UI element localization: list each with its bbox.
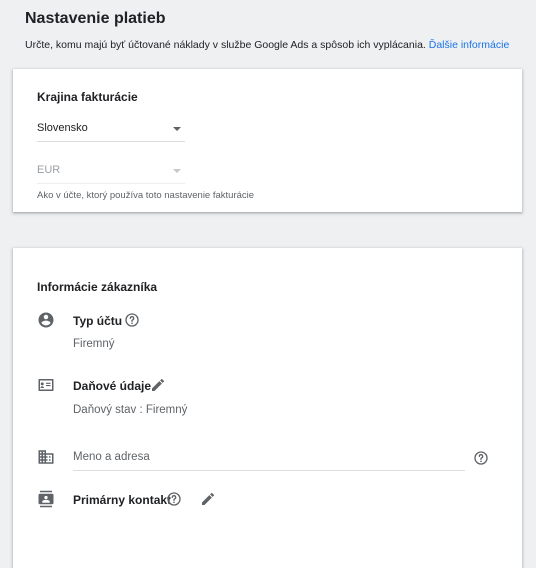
dropdown-arrow-icon [173, 169, 181, 173]
edit-pencil-icon[interactable] [150, 377, 166, 393]
currency-select-value: EUR [37, 164, 61, 176]
billing-hint: Ako v účte, ktorý používa toto nastaveni… [37, 190, 255, 201]
name-address-field[interactable]: Meno a adresa [73, 446, 465, 471]
tax-id-card-icon [38, 379, 54, 391]
tax-status: Daňový stav : Firemný [73, 404, 188, 416]
country-select-value: Slovensko [37, 122, 88, 134]
account-type-value: Firemný [73, 338, 115, 350]
tax-status-label: Daňový stav [73, 404, 137, 416]
help-icon[interactable] [473, 450, 489, 466]
tax-status-value: Firemný [145, 404, 188, 416]
learn-more-link[interactable]: Ďalšie informácie [429, 39, 510, 51]
currency-select: EUR [37, 161, 185, 184]
page-title: Nastavenie platieb [25, 10, 166, 27]
account-circle-icon [38, 312, 54, 328]
tax-info-label: Daňové údaje [73, 379, 152, 393]
primary-contact-label: Primárny kontakt [73, 493, 172, 507]
billing-country-title: Krajina fakturácie [37, 90, 138, 104]
country-select[interactable]: Slovensko [37, 119, 185, 142]
subtitle-text: Určte, komu majú byť účtované náklady v … [25, 39, 426, 51]
name-address-placeholder: Meno a adresa [73, 451, 150, 463]
account-type-label: Typ účtu [73, 314, 123, 328]
help-icon[interactable] [124, 312, 140, 328]
customer-info-title: Informácie zákazníka [37, 280, 158, 294]
billing-country-card: Krajina fakturácie Slovensko EUR Ako v ú… [13, 69, 522, 212]
edit-pencil-icon[interactable] [200, 491, 216, 507]
dropdown-arrow-icon [173, 127, 181, 131]
contact-card-icon [38, 490, 54, 508]
page-subtitle: Určte, komu majú byť účtované náklady v … [25, 39, 509, 51]
customer-info-card: Informácie zákazníka Typ účtu Firemný Da… [13, 248, 522, 568]
help-icon[interactable] [166, 491, 182, 507]
business-building-icon [38, 450, 54, 464]
